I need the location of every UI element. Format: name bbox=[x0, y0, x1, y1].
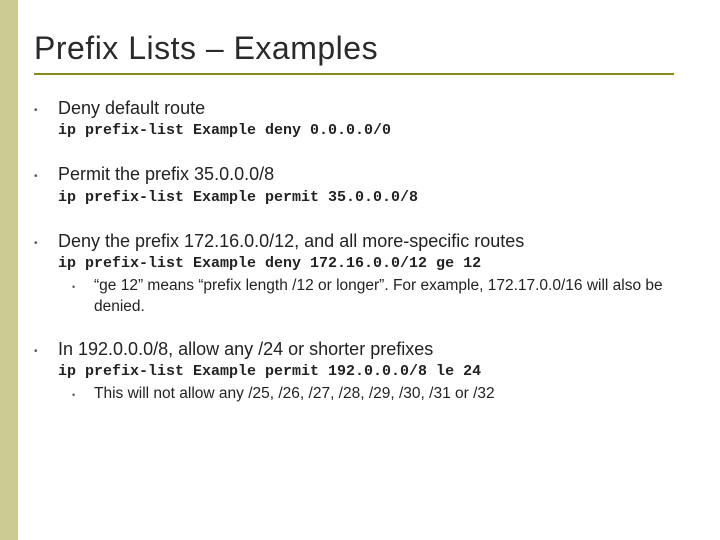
list-item: • Permit the prefix 35.0.0.0/8 ip prefix… bbox=[34, 163, 700, 209]
item-body: Deny the prefix 172.16.0.0/12, and all m… bbox=[58, 230, 700, 318]
item-body: In 192.0.0.0/8, allow any /24 or shorter… bbox=[58, 338, 700, 405]
sub-text: “ge 12” means “prefix length /12 or long… bbox=[94, 276, 700, 318]
bullet-icon: • bbox=[34, 163, 58, 209]
bullet-icon: • bbox=[34, 97, 58, 143]
sub-bullet-icon: • bbox=[72, 384, 94, 405]
item-command: ip prefix-list Example permit 35.0.0.0/8 bbox=[58, 189, 700, 206]
title-underline bbox=[34, 73, 674, 75]
slide-content: Prefix Lists – Examples • Deny default r… bbox=[0, 0, 720, 445]
item-body: Permit the prefix 35.0.0.0/8 ip prefix-l… bbox=[58, 163, 700, 209]
sub-text: This will not allow any /25, /26, /27, /… bbox=[94, 384, 495, 405]
item-command: ip prefix-list Example permit 192.0.0.0/… bbox=[58, 363, 700, 380]
item-body: Deny default route ip prefix-list Exampl… bbox=[58, 97, 700, 143]
item-heading: Deny default route bbox=[58, 97, 700, 120]
item-heading: Permit the prefix 35.0.0.0/8 bbox=[58, 163, 700, 186]
list-item: • In 192.0.0.0/8, allow any /24 or short… bbox=[34, 338, 700, 405]
sub-item: • “ge 12” means “prefix length /12 or lo… bbox=[72, 276, 700, 318]
item-heading: In 192.0.0.0/8, allow any /24 or shorter… bbox=[58, 338, 700, 361]
item-command: ip prefix-list Example deny 172.16.0.0/1… bbox=[58, 255, 700, 272]
item-heading: Deny the prefix 172.16.0.0/12, and all m… bbox=[58, 230, 700, 253]
bullet-icon: • bbox=[34, 230, 58, 318]
list-item: • Deny default route ip prefix-list Exam… bbox=[34, 97, 700, 143]
list-item: • Deny the prefix 172.16.0.0/12, and all… bbox=[34, 230, 700, 318]
sub-bullet-icon: • bbox=[72, 276, 94, 318]
item-command: ip prefix-list Example deny 0.0.0.0/0 bbox=[58, 122, 700, 139]
slide-title: Prefix Lists – Examples bbox=[34, 30, 700, 67]
decorative-sidebar bbox=[0, 0, 18, 540]
bullet-icon: • bbox=[34, 338, 58, 405]
sub-item: • This will not allow any /25, /26, /27,… bbox=[72, 384, 700, 405]
